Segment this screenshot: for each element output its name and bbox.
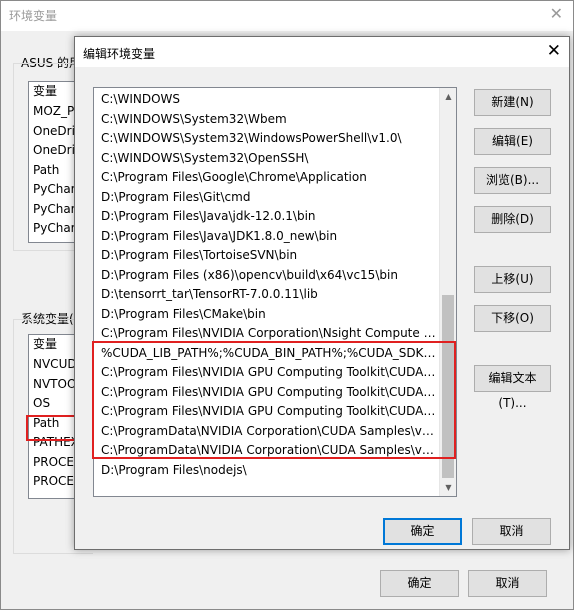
edit-text-button[interactable]: 编辑文本(T)... bbox=[474, 365, 551, 410]
path-entry-row[interactable]: D:\Program Files\TortoiseSVN\bin bbox=[94, 246, 439, 266]
move-up-button[interactable]: 上移(U) bbox=[474, 266, 551, 293]
new-button[interactable]: 新建(N) bbox=[474, 89, 551, 116]
parent-cancel-button[interactable]: 取消 bbox=[468, 570, 547, 597]
path-entry-row[interactable]: C:\Program Files\Google\Chrome\Applicati… bbox=[94, 168, 439, 188]
parent-window-title: 环境变量 bbox=[9, 9, 58, 23]
path-entry-row[interactable]: D:\Program Files\nodejs\ bbox=[94, 461, 439, 481]
path-entry-row[interactable]: D:\Program Files\CMake\bin bbox=[94, 305, 439, 325]
parent-titlebar: 环境变量 ✕ bbox=[1, 1, 573, 31]
path-entry-row[interactable]: C:\WINDOWS bbox=[94, 90, 439, 110]
scroll-up-icon[interactable]: ▲ bbox=[440, 88, 457, 105]
path-entry-row[interactable]: C:\WINDOWS\System32\OpenSSH\ bbox=[94, 149, 439, 169]
dialog-ok-button[interactable]: 确定 bbox=[383, 518, 462, 545]
move-down-button[interactable]: 下移(O) bbox=[474, 305, 551, 332]
dialog-title: 编辑环境变量 bbox=[83, 47, 156, 61]
path-entry-row[interactable]: C:\WINDOWS\System32\WindowsPowerShell\v1… bbox=[94, 129, 439, 149]
browse-button[interactable]: 浏览(B)... bbox=[474, 167, 551, 194]
delete-button[interactable]: 删除(D) bbox=[474, 206, 551, 233]
edit-button[interactable]: 编辑(E) bbox=[474, 128, 551, 155]
dialog-close-icon[interactable]: ✕ bbox=[547, 41, 561, 61]
parent-ok-button[interactable]: 确定 bbox=[380, 570, 459, 597]
dialog-cancel-button[interactable]: 取消 bbox=[472, 518, 551, 545]
path-entry-row[interactable]: D:\Program Files\Java\jdk-12.0.1\bin bbox=[94, 207, 439, 227]
path-entry-row[interactable]: D:\tensorrt_tar\TensorRT-7.0.0.11\lib bbox=[94, 285, 439, 305]
parent-close-icon[interactable]: ✕ bbox=[550, 4, 563, 24]
edit-environment-variable-dialog: 编辑环境变量 ✕ C:\WINDOWS C:\WINDOWS\System32\W… bbox=[74, 36, 570, 550]
dialog-titlebar: 编辑环境变量 ✕ bbox=[75, 37, 569, 67]
path-entry-row[interactable]: D:\Program Files\Git\cmd bbox=[94, 188, 439, 208]
path-entry-row[interactable]: C:\WINDOWS\System32\Wbem bbox=[94, 110, 439, 130]
path-entry-row[interactable]: D:\Program Files\Java\JDK1.8.0_new\bin bbox=[94, 227, 439, 247]
path-entry-row[interactable]: D:\Program Files (x86)\opencv\build\x64\… bbox=[94, 266, 439, 286]
path-highlight-box bbox=[26, 415, 80, 441]
cuda-entries-highlight-box bbox=[92, 341, 456, 459]
scroll-down-icon[interactable]: ▼ bbox=[440, 479, 457, 496]
